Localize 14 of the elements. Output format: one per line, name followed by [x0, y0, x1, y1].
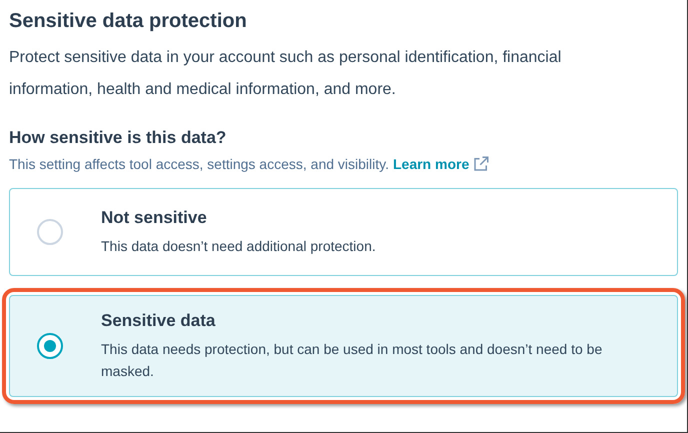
external-link-icon [472, 155, 490, 173]
section-title: Sensitive data protection [9, 9, 248, 34]
option-description: This data doesn’t need additional protection. [101, 237, 377, 256]
radio-button[interactable] [37, 333, 63, 359]
option-description: This data needs protection, but can be used in most tools and doesn’t need to be masked. [101, 340, 604, 381]
description-text: Protect sensitive data in your account such as personal identification, financial information, health and medical information, and more. [9, 48, 562, 100]
option-card[interactable]: Not sensitive This data doesn’t need additional protection. [9, 188, 678, 276]
option-card[interactable]: Sensitive data This data needs protection, but can be used in most tools and doesn’t need to be masked. [9, 295, 678, 397]
radio-button[interactable] [37, 219, 63, 245]
hint-text: This setting affects tool access, settings access, and visibility. [9, 155, 389, 174]
learn-more-link[interactable]: Learn more [392, 154, 490, 174]
option-label: Sensitive data [101, 310, 216, 332]
question-heading: How sensitive is this data? [9, 127, 228, 149]
option-label: Not sensitive [101, 207, 208, 229]
